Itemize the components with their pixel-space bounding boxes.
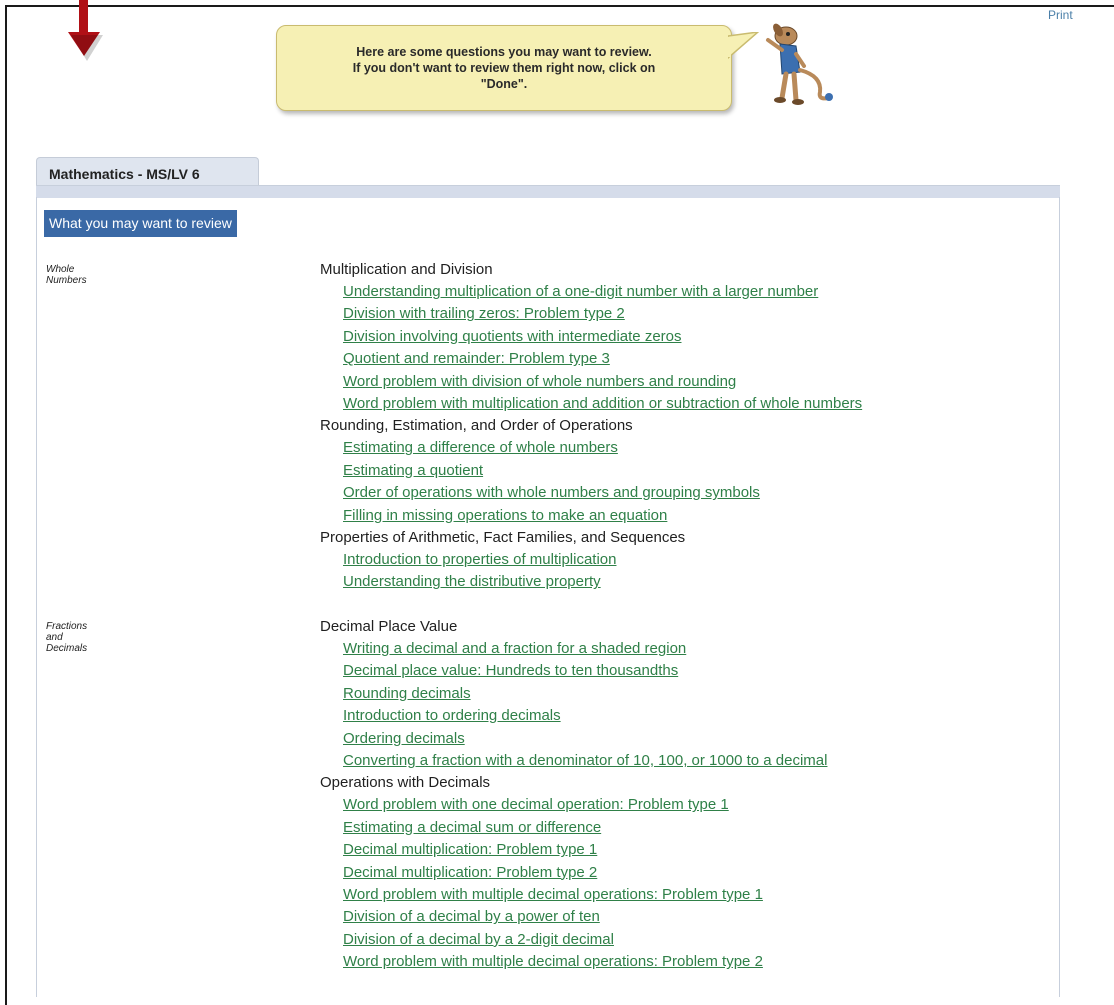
skill-link[interactable]: Word problem with multiple decimal opera… bbox=[343, 951, 827, 973]
topic-list: Decimal Place Value Writing a decimal an… bbox=[320, 616, 827, 973]
skill-link[interactable]: Writing a decimal and a fraction for a s… bbox=[343, 638, 827, 660]
topic-heading: Properties of Arithmetic, Fact Families,… bbox=[320, 528, 686, 546]
skill-link[interactable]: Estimating a quotient bbox=[343, 460, 862, 482]
topic-heading: Operations with Decimals bbox=[320, 774, 491, 792]
category-label: Whole Numbers bbox=[46, 264, 87, 286]
skill-link[interactable]: Introduction to ordering decimals bbox=[343, 705, 827, 727]
skill-link[interactable]: Estimating a decimal sum or difference bbox=[343, 817, 827, 839]
skill-link[interactable]: Division with trailing zeros: Problem ty… bbox=[343, 303, 862, 325]
skill-link[interactable]: Understanding the distributive property bbox=[343, 571, 862, 593]
topic-heading: Decimal Place Value bbox=[320, 618, 458, 635]
skill-link[interactable]: Estimating a difference of whole numbers bbox=[343, 437, 862, 459]
skill-link[interactable]: Division of a decimal by a 2-digit decim… bbox=[343, 929, 827, 951]
skill-link[interactable]: Converting a fraction with a denominator… bbox=[343, 750, 827, 772]
skill-link[interactable]: Order of operations with whole numbers a… bbox=[343, 482, 862, 504]
skill-link[interactable]: Filling in missing operations to make an… bbox=[343, 505, 862, 527]
skill-link[interactable]: Decimal place value: Hundreds to ten tho… bbox=[343, 660, 827, 682]
skill-link[interactable]: Quotient and remainder: Problem type 3 bbox=[343, 348, 862, 370]
speech-bubble: Here are some questions you may want to … bbox=[276, 25, 732, 111]
skill-link[interactable]: Understanding multiplication of a one-di… bbox=[343, 281, 862, 303]
skill-link[interactable]: Ordering decimals bbox=[343, 728, 827, 750]
down-arrow-icon bbox=[68, 0, 103, 61]
topic-heading: Multiplication and Division bbox=[320, 261, 493, 278]
category-label: Fractions and Decimals bbox=[46, 621, 88, 654]
skill-link[interactable]: Decimal multiplication: Problem type 2 bbox=[343, 862, 827, 884]
tab-mathematics[interactable]: Mathematics - MS/LV 6 bbox=[36, 157, 259, 186]
skill-link[interactable]: Rounding decimals bbox=[343, 683, 827, 705]
review-section-header: What you may want to review bbox=[44, 210, 237, 237]
topic-heading: Rounding, Estimation, and Order of Opera… bbox=[320, 417, 633, 435]
skill-link[interactable]: Decimal multiplication: Problem type 1 bbox=[343, 839, 827, 861]
skill-link[interactable]: Division involving quotients with interm… bbox=[343, 326, 862, 348]
skill-link[interactable]: Division of a decimal by a power of ten bbox=[343, 906, 827, 928]
skill-link[interactable]: Word problem with division of whole numb… bbox=[343, 371, 862, 393]
skill-link[interactable]: Introduction to properties of multiplica… bbox=[343, 549, 862, 571]
skill-link[interactable]: Word problem with multiplication and add… bbox=[343, 393, 862, 415]
skill-link[interactable]: Word problem with multiple decimal opera… bbox=[343, 884, 827, 906]
topic-list: Multiplication and Division Understandin… bbox=[320, 259, 862, 594]
mascot-character-icon bbox=[766, 23, 833, 105]
print-link[interactable]: Print bbox=[1048, 8, 1073, 22]
skill-link[interactable]: Word problem with one decimal operation:… bbox=[343, 794, 827, 816]
bubble-message: Here are some questions you may want to … bbox=[352, 45, 656, 91]
